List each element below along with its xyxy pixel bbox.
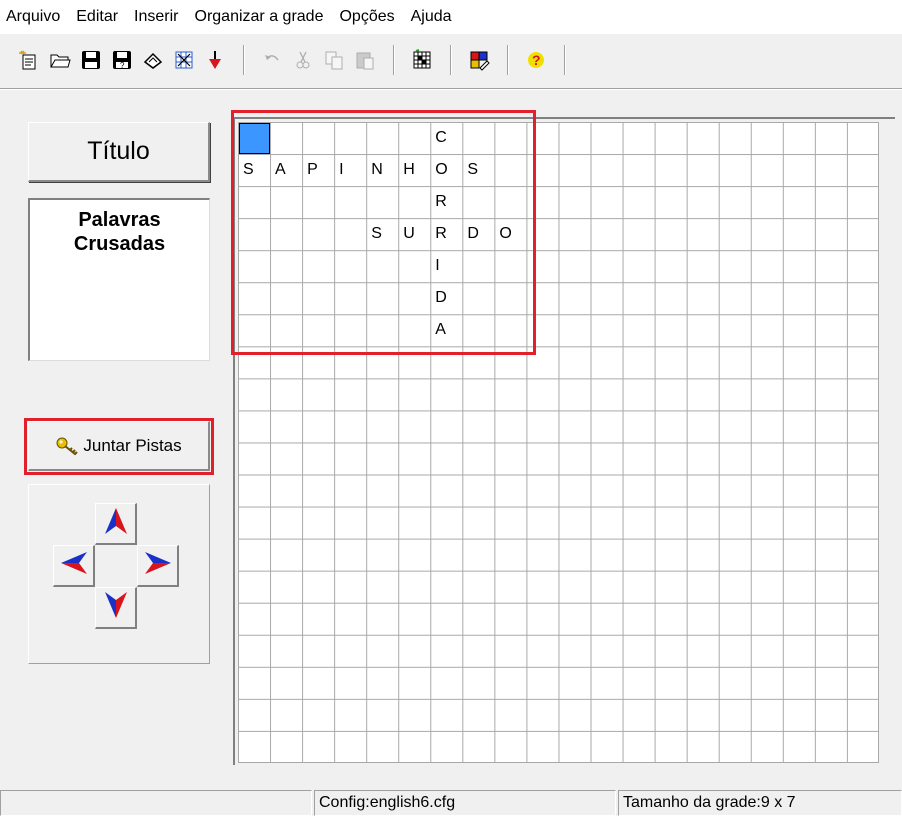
puzzle-title-line1: Palavras — [78, 209, 161, 231]
arrow-left-icon — [60, 550, 88, 581]
grid-letter: C — [435, 129, 447, 146]
menu-arquivo[interactable]: Arquivo — [4, 0, 68, 34]
arrow-up-icon — [103, 507, 129, 540]
toolbar-separator — [393, 45, 395, 75]
join-clues-button[interactable]: Juntar Pistas — [28, 421, 210, 471]
grid-letter: D — [467, 225, 479, 243]
cut-icon[interactable] — [288, 45, 318, 75]
toolbar-divider — [0, 88, 902, 90]
arrow-up-button[interactable] — [95, 503, 137, 545]
grid-letter: S — [243, 161, 254, 179]
erase-icon[interactable] — [138, 45, 168, 75]
toolbar-separator — [507, 45, 509, 75]
arrow-right-icon — [144, 550, 172, 581]
menu-inserir[interactable]: Inserir — [126, 0, 186, 34]
toolbar: ? ? — [0, 38, 902, 82]
arrow-down-button[interactable] — [95, 587, 137, 629]
crossword-grid[interactable]: CSAPINHOSRSURDOIDA — [238, 122, 879, 763]
open-folder-icon[interactable] — [45, 45, 75, 75]
grid-letter: A — [275, 161, 286, 179]
arrow-left-button[interactable] — [53, 545, 95, 587]
grid-letter: S — [467, 161, 479, 179]
status-config: Config:english6.cfg — [314, 790, 616, 816]
grid-cursor — [239, 123, 270, 154]
red-arrow-icon[interactable] — [200, 45, 230, 75]
grid-letter: O — [435, 161, 448, 179]
grid-letter: U — [403, 225, 415, 243]
new-icon[interactable] — [14, 45, 44, 75]
toolbar-separator — [450, 45, 452, 75]
help-icon[interactable]: ? — [521, 45, 551, 75]
paste-icon[interactable] — [350, 45, 380, 75]
arrow-pad — [28, 484, 210, 664]
menu-organizar-a-grade[interactable]: Organizar a grade — [187, 0, 332, 34]
colors-icon[interactable] — [464, 45, 494, 75]
grid-letter: A — [435, 321, 446, 339]
grid-letter: P — [307, 161, 318, 179]
menu-editar[interactable]: Editar — [68, 0, 126, 34]
web-export-icon[interactable] — [169, 45, 199, 75]
status-pane-empty — [0, 790, 312, 816]
grid-letter: D — [435, 289, 447, 307]
status-grid-size: Tamanho da grade:9 x 7 — [618, 790, 902, 816]
grid-letter: I — [435, 257, 440, 275]
puzzle-title-line2: Crusadas — [73, 233, 166, 255]
grid-fill-icon[interactable] — [407, 45, 437, 75]
arrow-right-button[interactable] — [137, 545, 179, 587]
save-as-icon[interactable]: ? — [107, 45, 137, 75]
menu-ajuda[interactable]: Ajuda — [403, 0, 460, 34]
svg-text:?: ? — [532, 52, 541, 68]
grid-letter: S — [371, 225, 382, 243]
copy-icon[interactable] — [319, 45, 349, 75]
grid-letter: H — [403, 161, 415, 179]
title-button[interactable]: Título — [28, 122, 210, 182]
crossword-grid-area: CSAPINHOSRSURDOIDA — [233, 117, 895, 765]
save-icon[interactable] — [76, 45, 106, 75]
svg-text:?: ? — [120, 61, 125, 70]
menu-opcoes[interactable]: Opções — [331, 0, 402, 34]
join-clues-label: Juntar Pistas — [83, 435, 182, 455]
grid-letter: N — [371, 161, 383, 179]
arrow-down-icon — [103, 591, 129, 624]
undo-icon[interactable] — [257, 45, 287, 75]
key-icon — [55, 435, 79, 457]
toolbar-separator — [243, 45, 245, 75]
status-bar: Config:english6.cfg Tamanho da grade:9 x… — [0, 786, 902, 816]
grid-letter: I — [339, 161, 344, 179]
grid-letter: R — [435, 225, 447, 243]
grid-letter: R — [435, 193, 447, 211]
toolbar-separator — [564, 45, 566, 75]
puzzle-title-box[interactable]: Palavras Crusadas — [28, 198, 210, 361]
grid-letter: O — [499, 225, 512, 243]
menu-bar: Arquivo Editar Inserir Organizar a grade… — [0, 0, 902, 34]
